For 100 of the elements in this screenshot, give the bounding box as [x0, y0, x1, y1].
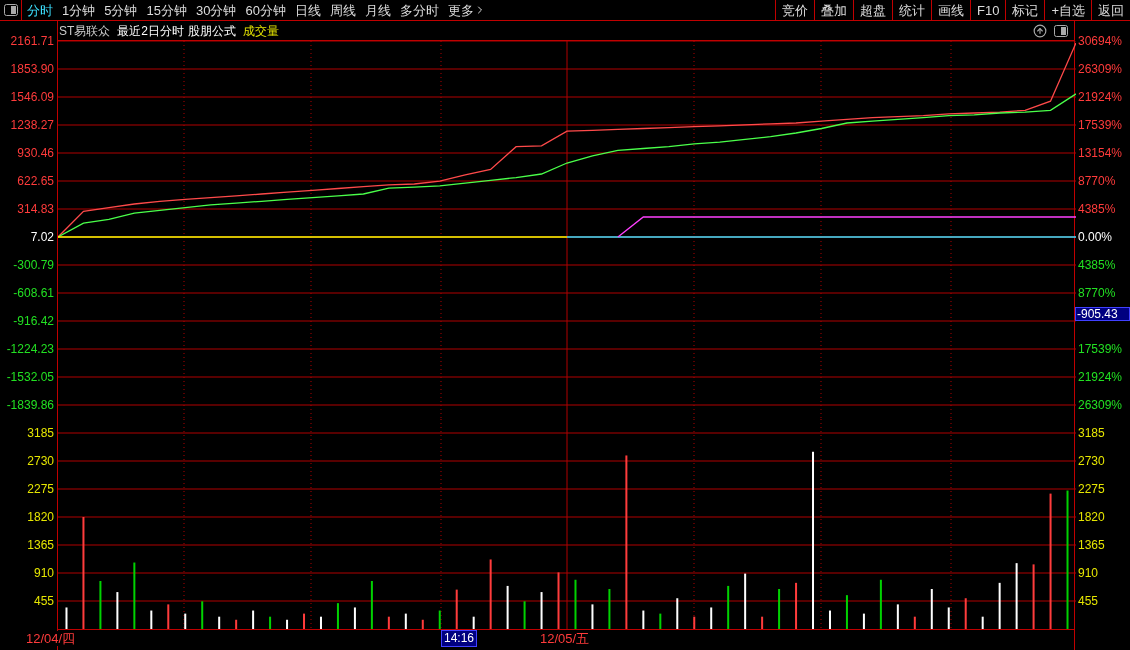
volume-bar — [608, 589, 611, 629]
cursor-value-label: -905.43 — [1075, 307, 1130, 321]
volume-bar — [201, 601, 204, 629]
volume-bar — [659, 613, 662, 629]
volume-bar — [930, 589, 933, 629]
volume-bar — [133, 562, 136, 629]
axis-label: -608.61 — [13, 287, 54, 299]
volume-bar — [998, 582, 1001, 629]
axis-label: 21924% — [1078, 91, 1123, 103]
toolbar-button[interactable]: 标记 — [1005, 0, 1045, 20]
axis-label: 1365 — [27, 539, 54, 551]
axis-label: 30694% — [1078, 35, 1123, 47]
axis-label: 622.65 — [17, 175, 54, 187]
axis-label: 3185 — [1078, 427, 1105, 439]
volume-bar — [761, 616, 764, 629]
axis-label: 26309% — [1078, 63, 1123, 75]
toolbar-button[interactable]: 超盘 — [853, 0, 892, 20]
volume-bar — [489, 559, 492, 629]
axis-label: 1238.27 — [10, 119, 54, 131]
toolbar-button[interactable]: 画线 — [931, 0, 970, 20]
volume-bar — [693, 616, 696, 629]
volume-bar — [269, 616, 272, 629]
toolbar-button[interactable]: 统计 — [892, 0, 931, 20]
volume-bar — [218, 616, 221, 629]
date-label: 12/04/四 — [26, 630, 76, 646]
period-tab[interactable]: 1分钟 — [62, 3, 96, 17]
axis-label: 1853.90 — [10, 63, 54, 75]
volume-bar — [1015, 563, 1018, 629]
volume-bar — [862, 613, 865, 629]
toolbar-button[interactable]: 叠加 — [814, 0, 853, 20]
period-tab[interactable]: 分时 — [27, 3, 53, 17]
axis-label: 17539% — [1078, 119, 1123, 131]
volume-bar — [286, 619, 289, 629]
volume-bar — [336, 603, 339, 629]
period-tab[interactable]: 月线 — [364, 3, 391, 17]
formula-name: 股朋公式 — [188, 22, 237, 40]
axis-label: 1820 — [27, 511, 54, 523]
axis-label: 7.02 — [30, 231, 54, 243]
axis-label: 910 — [1078, 567, 1099, 579]
volume-bar — [574, 579, 577, 629]
volume-bar — [65, 607, 68, 629]
volume-bar — [387, 616, 390, 629]
volume-bar — [353, 607, 356, 629]
volume-bar — [523, 601, 526, 629]
panel-toggle-icon[interactable] — [1054, 24, 1068, 37]
volume-bar — [184, 613, 187, 629]
period-tab[interactable]: 周线 — [329, 3, 356, 17]
axis-label: -1224.23 — [6, 343, 54, 355]
volume-bar — [845, 595, 848, 629]
volume-bar — [438, 610, 441, 629]
toolbar-button[interactable]: 竞价 — [775, 0, 814, 20]
axis-label: 17539% — [1078, 343, 1123, 355]
period-tab[interactable]: 15分钟 — [146, 3, 187, 17]
axis-label: 930.46 — [17, 147, 54, 159]
axis-label: 2730 — [1078, 455, 1105, 467]
volume-bar — [913, 616, 916, 629]
axis-label: 4385% — [1078, 203, 1116, 215]
axis-label: 2275 — [27, 483, 54, 495]
volume-bar — [727, 585, 730, 629]
arrow-up-icon[interactable] — [1033, 23, 1047, 38]
volume-bar — [99, 581, 102, 629]
volume-bar — [404, 613, 407, 629]
toolbar-button[interactable]: +自选 — [1044, 0, 1091, 20]
panel-toggle-icon[interactable] — [3, 4, 18, 16]
axis-label: 1820 — [1078, 511, 1105, 523]
axis-label: 314.83 — [17, 203, 54, 215]
axis-label: 2161.71 — [10, 35, 54, 47]
volume-bar — [252, 610, 255, 629]
volume-bar — [455, 589, 458, 629]
axis-label: 455 — [1078, 595, 1099, 607]
volume-bar — [676, 598, 679, 629]
period-tab[interactable]: 5分钟 — [104, 3, 138, 17]
volume-bar — [981, 616, 984, 629]
axis-label: 1365 — [1078, 539, 1105, 551]
volume-bar — [370, 581, 373, 629]
volume-bar — [896, 604, 899, 629]
more-button[interactable]: 更多 — [447, 3, 486, 17]
volume-bar — [506, 585, 509, 629]
axis-label: 0.00% — [1078, 231, 1113, 243]
volume-bar — [964, 598, 967, 629]
axis-label: -916.42 — [13, 315, 54, 327]
axis-label: 2275 — [1078, 483, 1105, 495]
volume-bar — [642, 610, 645, 629]
axis-label: -1839.86 — [6, 399, 54, 411]
axis-label: 1546.09 — [10, 91, 54, 103]
volume-bar — [591, 604, 594, 629]
axis-label: 2730 — [27, 455, 54, 467]
toolbar-button[interactable]: 返回 — [1091, 0, 1130, 20]
period-tab[interactable]: 30分钟 — [195, 3, 237, 17]
axis-label: 3185 — [27, 427, 54, 439]
volume-bar — [116, 592, 119, 629]
axis-label: -1532.05 — [6, 371, 54, 383]
volume-bar — [150, 610, 153, 629]
period-tab[interactable]: 多分时 — [399, 3, 439, 17]
volume-bar — [795, 582, 798, 629]
period-tab[interactable]: 60分钟 — [245, 3, 286, 17]
volume-bar — [947, 607, 950, 629]
volume-bar — [557, 572, 560, 629]
period-tab[interactable]: 日线 — [294, 3, 321, 17]
toolbar-button[interactable]: F10 — [970, 0, 1006, 20]
